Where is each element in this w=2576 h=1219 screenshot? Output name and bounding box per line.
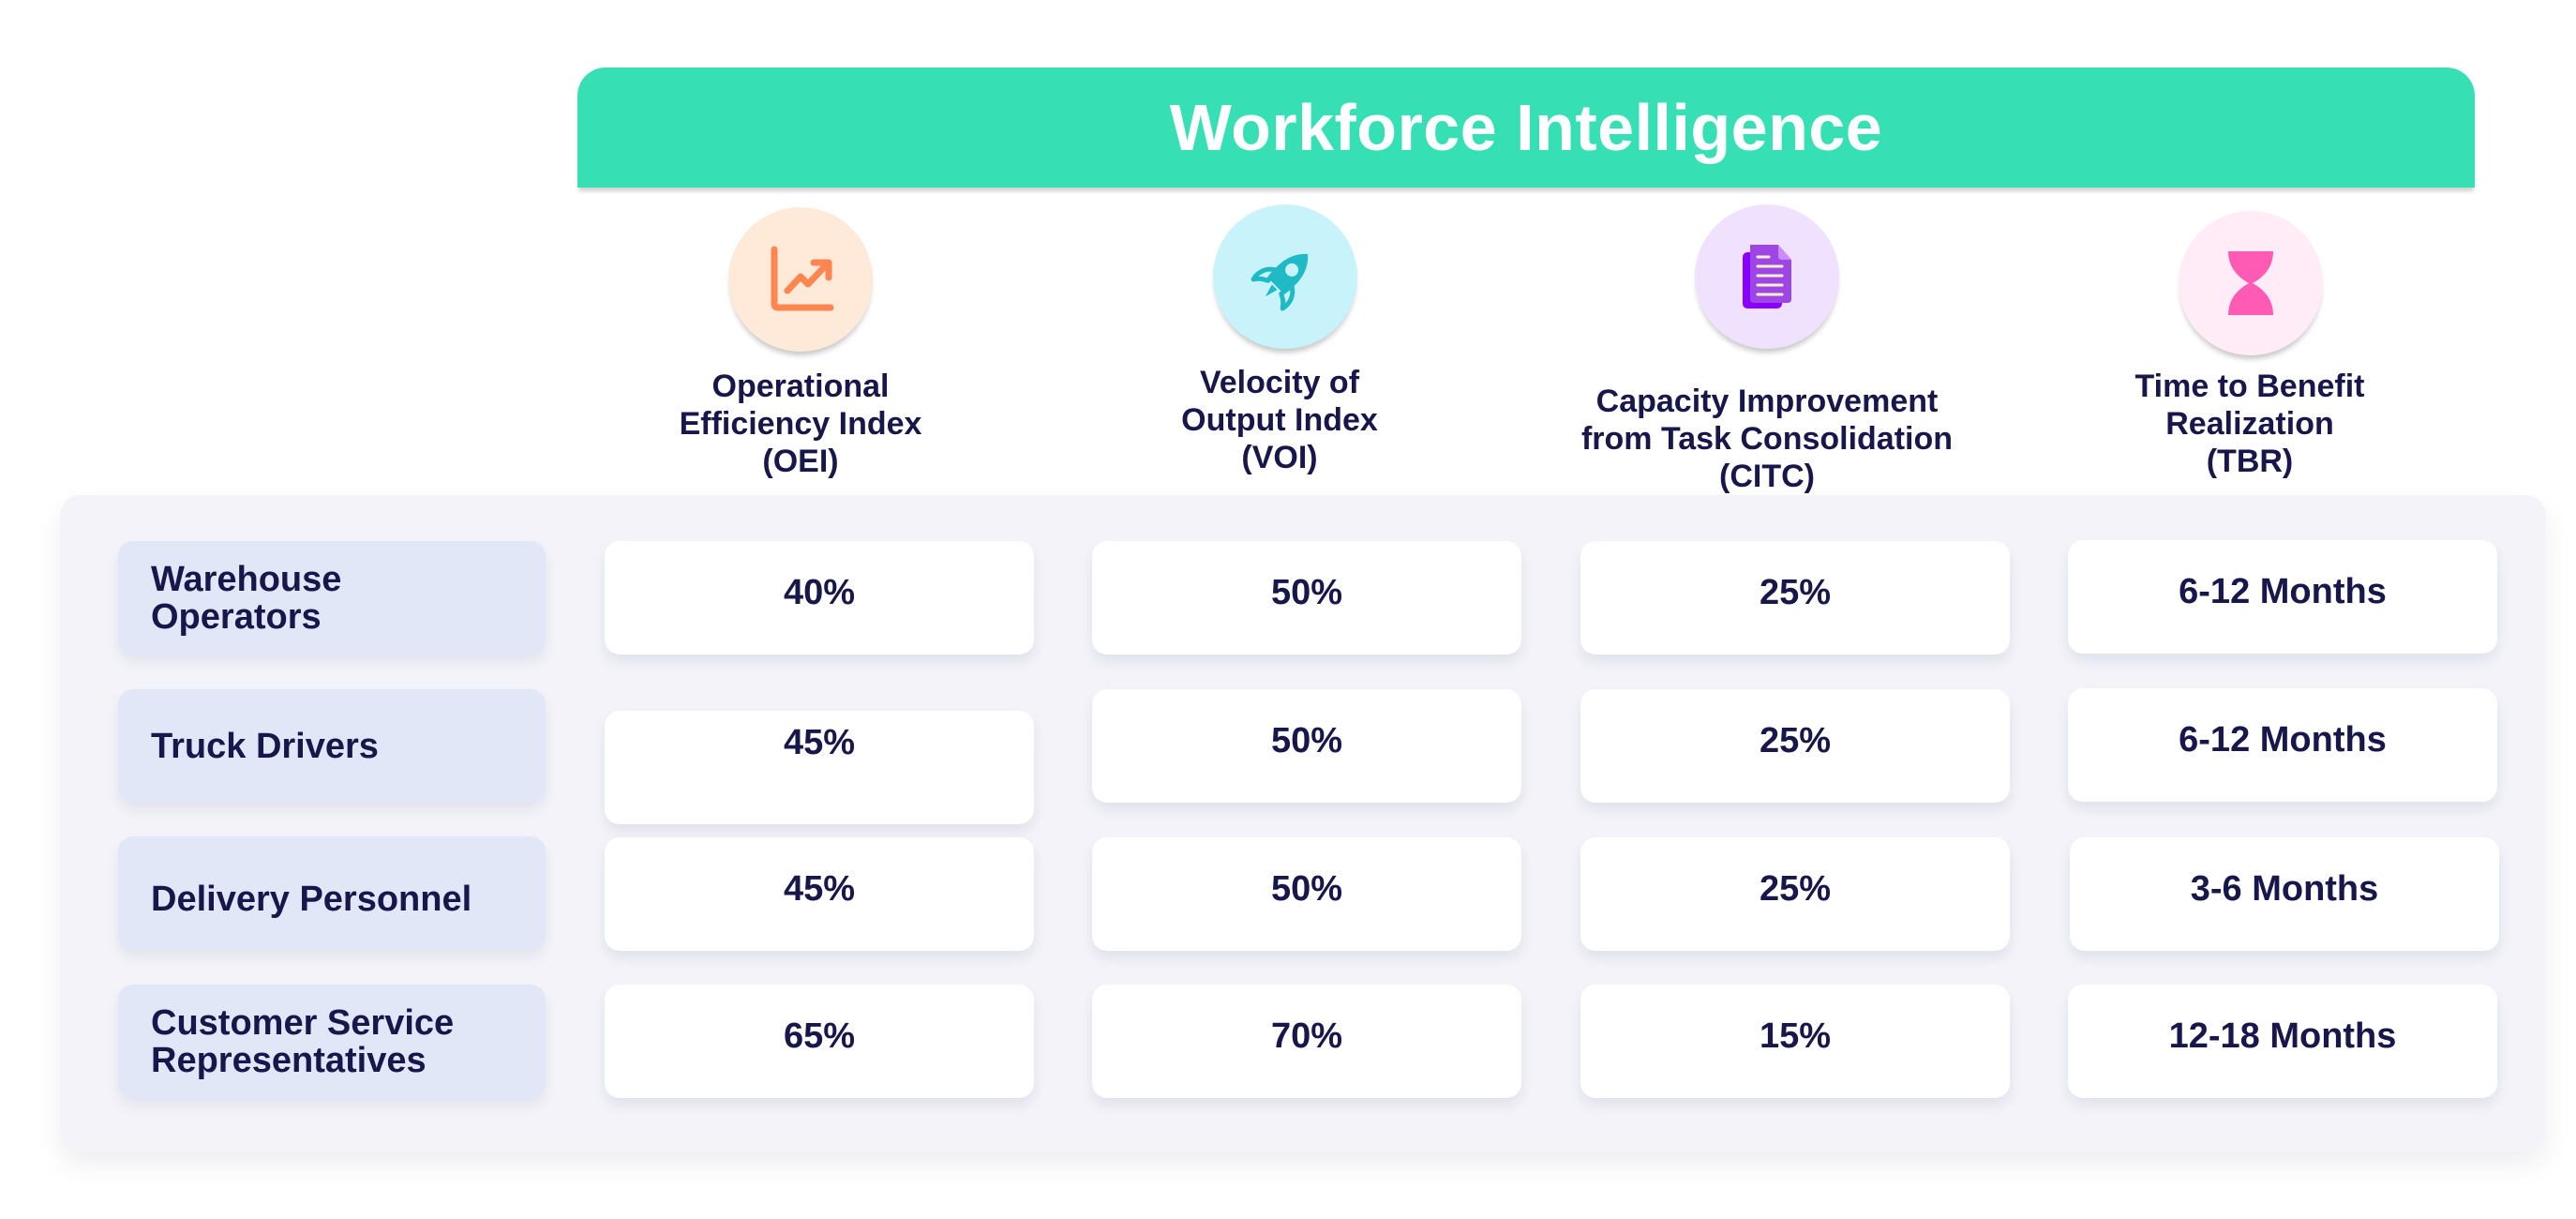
column-label-line: (CITC)	[1719, 459, 1815, 494]
cell-value: 50%	[1270, 721, 1343, 760]
column-label-tbr: Time to Benefit Realization (TBR)	[2034, 368, 2465, 480]
column-label-line: Capacity Improvement	[1595, 384, 1939, 419]
table-cell: 50%	[1092, 837, 1521, 951]
trending-up-chart-icon	[767, 246, 834, 313]
column-label-line: Efficiency Index	[679, 406, 922, 442]
column-label-oei: Operational Efficiency Index (OEI)	[585, 368, 1016, 480]
column-label-line: Output Index	[1181, 402, 1378, 438]
table-cell: 65%	[605, 985, 1034, 1098]
column-label-line: (OEI)	[762, 444, 839, 479]
table-cell: 70%	[1092, 985, 1521, 1098]
table-cell: 45%	[605, 711, 1034, 824]
row-label-warehouse-operators: Warehouse Operators	[118, 541, 546, 655]
row-label-text: Truck Drivers	[151, 728, 379, 765]
table-cell: 12-18 Months	[2068, 985, 2497, 1098]
tbr-icon-circle	[2179, 211, 2323, 355]
cell-value: 70%	[1270, 1016, 1343, 1056]
table-cell: 45%	[605, 837, 1034, 951]
row-label-line: Truck Drivers	[151, 726, 379, 766]
voi-icon-circle	[1213, 204, 1357, 349]
cell-value: 12-18 Months	[2168, 1016, 2397, 1056]
column-label-line: from Task Consolidation	[1580, 421, 1954, 457]
table-cell: 25%	[1580, 689, 2010, 803]
table-cell: 25%	[1580, 541, 2010, 655]
cell-value: 45%	[783, 723, 856, 762]
table-cell: 40%	[605, 541, 1034, 655]
document-icon	[1739, 243, 1795, 310]
table-cell: 15%	[1580, 985, 2010, 1098]
title-bar: Workforce Intelligence	[577, 68, 2475, 188]
column-label-line: Velocity of	[1199, 365, 1360, 400]
cell-value: 40%	[783, 573, 856, 612]
row-label-line: Delivery Personnel	[151, 879, 472, 919]
row-label-text: Delivery Personnel	[151, 869, 472, 918]
cell-value: 6-12 Months	[2179, 572, 2387, 611]
oei-icon-circle	[728, 207, 873, 352]
row-label-line: Customer Service	[151, 1002, 455, 1043]
hourglass-icon	[2226, 249, 2275, 317]
column-label-voi: Velocity of Output Index (VOI)	[1064, 364, 1495, 476]
cell-value: 50%	[1270, 869, 1343, 909]
row-label-line: Warehouse	[151, 559, 342, 599]
column-label-line: Operational	[711, 369, 890, 404]
row-label-line: Representatives	[151, 1040, 427, 1080]
cell-value: 45%	[783, 869, 856, 909]
column-label-line: (TBR)	[2206, 444, 2294, 479]
table-cell: 50%	[1092, 541, 1521, 655]
row-label-truck-drivers: Truck Drivers	[118, 689, 546, 803]
cell-value: 15%	[1759, 1016, 1832, 1056]
cell-value: 65%	[783, 1016, 856, 1056]
column-label-line: Time to Benefit	[2134, 369, 2365, 404]
cell-value: 50%	[1270, 573, 1343, 612]
row-label-line: Operators	[151, 596, 322, 637]
cell-value: 3-6 Months	[2190, 869, 2379, 909]
row-label-customer-service-representatives: Customer Service Representatives	[118, 985, 546, 1098]
rocket-icon	[1250, 241, 1321, 312]
cell-value: 25%	[1759, 721, 1832, 760]
table-cell: 6-12 Months	[2068, 540, 2497, 654]
row-label-text: Customer Service Representatives	[151, 1004, 454, 1079]
table-cell: 50%	[1092, 689, 1521, 803]
citc-icon-circle	[1695, 204, 1839, 349]
table-cell: 6-12 Months	[2068, 688, 2497, 802]
column-label-line: Realization	[2165, 406, 2334, 442]
page-title: Workforce Intelligence	[1169, 91, 1883, 164]
column-label-line: (VOI)	[1241, 440, 1318, 475]
table-cell: 25%	[1580, 837, 2010, 951]
cell-value: 25%	[1759, 869, 1832, 909]
row-label-text: Warehouse Operators	[151, 561, 341, 636]
row-label-delivery-personnel: Delivery Personnel	[118, 836, 546, 950]
table-cell: 3-6 Months	[2070, 837, 2499, 951]
column-label-citc: Capacity Improvement from Task Consolida…	[1551, 383, 1983, 495]
cell-value: 6-12 Months	[2179, 720, 2387, 760]
cell-value: 25%	[1759, 573, 1832, 612]
